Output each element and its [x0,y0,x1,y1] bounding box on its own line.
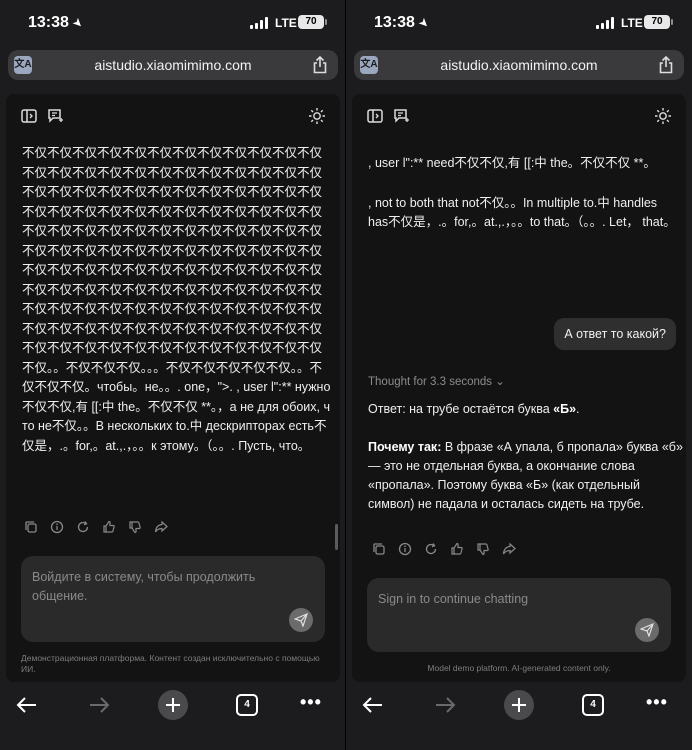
new-tab-button[interactable] [504,690,534,720]
address-bar[interactable]: 文A aistudio.xiaomimimo.com [354,50,684,80]
theme-toggle-icon[interactable] [654,107,672,125]
chevron-down-icon: ⌄ [495,376,505,388]
network-label: LTE [275,16,297,30]
status-time: 13:38➤ [374,14,433,32]
new-chat-icon[interactable] [392,107,410,125]
copy-icon[interactable] [24,520,38,534]
assistant-message: , user l":** need不仅不仅,有 [[:中 the。不仅不仅 **… [368,156,656,170]
regenerate-icon[interactable] [424,542,438,556]
chat-input-placeholder: Войдите в систему, чтобы продолжить обще… [32,570,256,603]
chat-header [6,94,340,138]
url-text[interactable]: aistudio.xiaomimimo.com [8,57,338,73]
browser-toolbar: 4 ••• [346,686,692,750]
signal-icon [596,17,616,29]
location-icon: ➤ [415,14,433,32]
tabs-button[interactable]: 4 [236,694,258,716]
plus-icon [166,698,180,712]
more-menu-button[interactable]: ••• [646,692,668,713]
thumbs-up-icon[interactable] [450,542,464,556]
location-icon: ➤ [69,14,87,32]
right-screenshot: 13:38➤ LTE 70 文A aistudio.xiaomimimo.com… [346,0,692,750]
address-bar[interactable]: 文A aistudio.xiaomimimo.com [8,50,338,80]
thumbs-up-icon[interactable] [102,520,116,534]
share-icon[interactable] [312,56,328,74]
new-tab-button[interactable] [158,690,188,720]
back-arrow-icon[interactable] [362,696,384,714]
forward-arrow-icon[interactable] [434,696,456,714]
send-button[interactable] [635,618,659,642]
tabs-button[interactable]: 4 [582,694,604,716]
forward-arrow-icon[interactable] [88,696,110,714]
thumbs-down-icon[interactable] [476,542,490,556]
user-message: А ответ то какой? [554,318,676,350]
status-time: 13:38➤ [28,14,87,32]
disclaimer: Model demo platform. AI-generated conten… [427,663,611,673]
assistant-message: 不仅不仅不仅不仅不仅不仅不仅不仅不仅不仅不仅不仅不仅不仅不仅不仅不仅不仅不仅不仅… [22,146,331,453]
answer-explanation: Почему так: В фразе «А упала, б пропала»… [368,440,683,511]
disclaimer: Демонстрационная платформа. Контент созд… [21,653,320,674]
regenerate-icon[interactable] [76,520,90,534]
left-screenshot: 13:38➤ LTE 70 文A aistudio.xiaomimimo.com… [0,0,346,750]
share-message-icon[interactable] [502,542,516,556]
chat-panel: , user l":** need不仅不仅,有 [[:中 the。不仅不仅 **… [352,94,686,682]
thought-toggle[interactable]: Thought for 3.3 seconds ⌄ [368,374,505,388]
new-chat-icon[interactable] [46,107,64,125]
signal-icon [250,17,270,29]
url-text[interactable]: aistudio.xiaomimimo.com [354,57,684,73]
more-menu-button[interactable]: ••• [300,692,322,713]
thought-label: Thought for 3.3 seconds [368,376,493,388]
network-label: LTE [621,16,643,30]
back-arrow-icon[interactable] [16,696,38,714]
send-button[interactable] [289,608,313,632]
chat-header [352,94,686,138]
share-icon[interactable] [658,56,674,74]
send-icon [294,613,308,627]
info-icon[interactable] [398,542,412,556]
browser-toolbar: 4 ••• [0,686,346,750]
copy-icon[interactable] [372,542,386,556]
scrollbar[interactable] [335,524,338,550]
share-message-icon[interactable] [154,520,168,534]
thumbs-down-icon[interactable] [128,520,142,534]
theme-toggle-icon[interactable] [308,107,326,125]
status-bar: 13:38➤ LTE 70 [0,0,346,46]
battery-icon: 70 [298,15,327,29]
battery-icon: 70 [644,15,673,29]
plus-icon [512,698,526,712]
chat-input-placeholder: Sign in to continue chatting [378,592,529,606]
info-icon[interactable] [50,520,64,534]
sidebar-toggle-icon[interactable] [366,107,384,125]
chat-input[interactable]: Sign in to continue chatting [367,578,671,652]
sidebar-toggle-icon[interactable] [20,107,38,125]
chat-panel: 不仅不仅不仅不仅不仅不仅不仅不仅不仅不仅不仅不仅不仅不仅不仅不仅不仅不仅不仅不仅… [6,94,340,682]
chat-input[interactable]: Войдите в систему, чтобы продолжить обще… [21,556,325,642]
assistant-answer: Ответ: на трубе остаётся буква «Б». Поче… [368,400,684,514]
send-icon [640,623,654,637]
status-bar: 13:38➤ LTE 70 [346,0,692,46]
answer-line: Ответ: на трубе остаётся буква «Б». [368,402,580,416]
assistant-message: , not to both that not不仅。。In multiple to… [368,196,676,229]
